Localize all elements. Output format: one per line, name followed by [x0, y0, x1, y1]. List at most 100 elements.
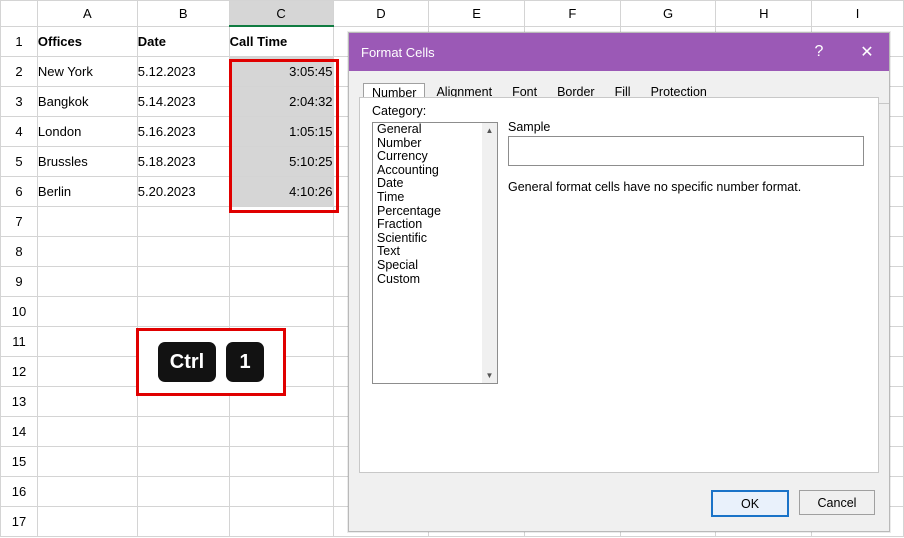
- cell-c16[interactable]: [228, 476, 334, 507]
- row-header-4[interactable]: 4: [0, 116, 38, 147]
- column-header-row: A B C D E F G H I: [0, 0, 904, 27]
- category-option-time[interactable]: Time: [373, 190, 483, 205]
- category-option-fraction[interactable]: Fraction: [373, 218, 483, 232]
- category-option-special[interactable]: Special: [373, 258, 483, 273]
- cell-c4[interactable]: 1:05:15: [228, 116, 334, 147]
- category-option-scientific[interactable]: Scientific: [373, 231, 483, 246]
- cell-c17[interactable]: [228, 506, 334, 537]
- column-header-e[interactable]: E: [428, 0, 525, 27]
- column-header-h[interactable]: H: [715, 0, 813, 27]
- cell-c15[interactable]: [228, 446, 334, 477]
- dialog-title: Format Cells: [361, 44, 435, 60]
- select-all-corner[interactable]: [0, 0, 38, 27]
- row-header-5[interactable]: 5: [0, 146, 38, 177]
- cell-b4[interactable]: 5.16.2023: [136, 116, 230, 147]
- category-option-percentage[interactable]: Percentage: [373, 204, 483, 219]
- row-header-14[interactable]: 14: [0, 416, 38, 447]
- cell-a6[interactable]: Berlin: [36, 176, 138, 207]
- cell-b15[interactable]: [136, 446, 230, 477]
- cell-c1[interactable]: Call Time: [228, 25, 334, 57]
- cell-a3[interactable]: Bangkok: [36, 86, 138, 117]
- cell-c7[interactable]: [228, 206, 334, 237]
- row-header-16[interactable]: 16: [0, 476, 38, 507]
- cell-a13[interactable]: [36, 386, 138, 417]
- cell-c9[interactable]: [228, 266, 334, 297]
- row-header-10[interactable]: 10: [0, 296, 38, 327]
- cell-b6[interactable]: 5.20.2023: [136, 176, 230, 207]
- row-header-6[interactable]: 6: [0, 176, 38, 207]
- row-header-3[interactable]: 3: [0, 86, 38, 117]
- dialog-title-bar[interactable]: Format Cells ? ✕: [349, 33, 889, 71]
- cell-b9[interactable]: [136, 266, 230, 297]
- row-header-15[interactable]: 15: [0, 446, 38, 477]
- cell-a14[interactable]: [36, 416, 138, 447]
- scroll-up-icon[interactable]: ▲: [482, 123, 497, 138]
- cell-a1[interactable]: Offices: [36, 25, 138, 57]
- column-header-a[interactable]: A: [36, 0, 138, 27]
- cell-a10[interactable]: [36, 296, 138, 327]
- sample-value-box: [508, 136, 864, 166]
- column-header-f[interactable]: F: [524, 0, 621, 27]
- scroll-down-icon[interactable]: ▼: [482, 368, 497, 383]
- key-1: 1: [226, 342, 264, 382]
- row-header-17[interactable]: 17: [0, 506, 38, 537]
- cell-c10[interactable]: [228, 296, 334, 327]
- cell-a12[interactable]: [36, 356, 138, 387]
- cell-b2[interactable]: 5.12.2023: [136, 56, 230, 87]
- cell-a5[interactable]: Brussles: [36, 146, 138, 177]
- cell-b5[interactable]: 5.18.2023: [136, 146, 230, 177]
- row-header-1[interactable]: 1: [0, 25, 38, 57]
- category-option-date[interactable]: Date: [373, 177, 483, 191]
- cell-a17[interactable]: [36, 506, 138, 537]
- row-header-9[interactable]: 9: [0, 266, 38, 297]
- column-header-c[interactable]: C: [228, 0, 334, 27]
- category-list[interactable]: General Number Currency Accounting Date …: [372, 122, 484, 384]
- row-header-8[interactable]: 8: [0, 236, 38, 267]
- cell-c8[interactable]: [228, 236, 334, 267]
- category-option-custom[interactable]: Custom: [373, 272, 483, 287]
- column-header-b[interactable]: B: [136, 0, 230, 27]
- row-header-2[interactable]: 2: [0, 56, 38, 87]
- category-option-accounting[interactable]: Accounting: [373, 163, 483, 178]
- cell-a4[interactable]: London: [36, 116, 138, 147]
- cell-b16[interactable]: [136, 476, 230, 507]
- key-ctrl: Ctrl: [158, 342, 216, 382]
- cell-a9[interactable]: [36, 266, 138, 297]
- category-option-general[interactable]: General: [373, 123, 483, 137]
- cell-a8[interactable]: [36, 236, 138, 267]
- cell-c5[interactable]: 5:10:25: [228, 146, 334, 177]
- cell-b10[interactable]: [136, 296, 230, 327]
- cell-b3[interactable]: 5.14.2023: [136, 86, 230, 117]
- cell-c14[interactable]: [228, 416, 334, 447]
- cancel-button[interactable]: Cancel: [799, 490, 875, 515]
- cell-a15[interactable]: [36, 446, 138, 477]
- close-icon[interactable]: ✕: [845, 33, 889, 71]
- category-label: Category:: [372, 104, 427, 118]
- row-header-13[interactable]: 13: [0, 386, 38, 417]
- category-option-number[interactable]: Number: [373, 136, 483, 151]
- column-header-i[interactable]: I: [811, 0, 904, 27]
- cell-c2[interactable]: 3:05:45: [228, 56, 334, 87]
- dialog-buttons: OK Cancel: [711, 490, 875, 517]
- ok-button[interactable]: OK: [711, 490, 789, 517]
- cell-a11[interactable]: [36, 326, 138, 357]
- cell-a16[interactable]: [36, 476, 138, 507]
- row-header-11[interactable]: 11: [0, 326, 38, 357]
- row-header-7[interactable]: 7: [0, 206, 38, 237]
- row-header-12[interactable]: 12: [0, 356, 38, 387]
- column-header-g[interactable]: G: [619, 0, 717, 27]
- column-header-d[interactable]: D: [332, 0, 430, 27]
- cell-b8[interactable]: [136, 236, 230, 267]
- cell-b14[interactable]: [136, 416, 230, 447]
- category-option-text[interactable]: Text: [373, 245, 483, 259]
- help-icon[interactable]: ?: [797, 33, 841, 71]
- cell-b1[interactable]: Date: [136, 25, 230, 57]
- cell-c6[interactable]: 4:10:26: [228, 176, 334, 207]
- category-list-scrollbar[interactable]: ▲ ▼: [482, 122, 498, 384]
- cell-a2[interactable]: New York: [36, 56, 138, 87]
- category-option-currency[interactable]: Currency: [373, 150, 483, 164]
- cell-a7[interactable]: [36, 206, 138, 237]
- cell-b17[interactable]: [136, 506, 230, 537]
- cell-b7[interactable]: [136, 206, 230, 237]
- cell-c3[interactable]: 2:04:32: [228, 86, 334, 117]
